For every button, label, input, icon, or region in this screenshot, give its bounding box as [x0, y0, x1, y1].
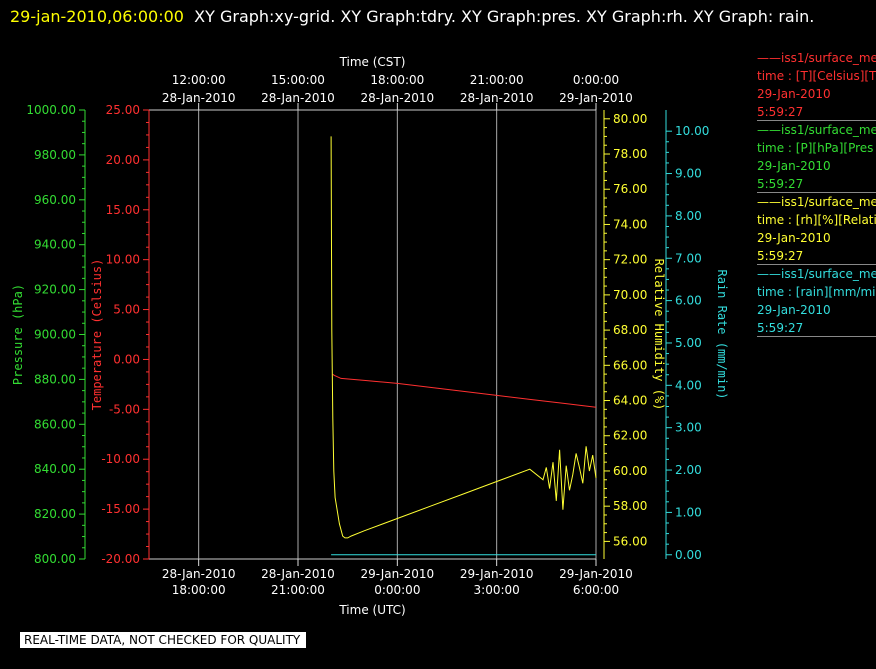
legend-var: time : [T][Celsius][T [757, 69, 876, 83]
axes-group: 28-Jan-2010 18:00:00 28-Jan-2010 21:00:00 29… [11, 55, 729, 617]
legend-separator [757, 336, 876, 337]
x-axis-label: Time (UTC) [338, 603, 405, 617]
tdry-tick-label: 5.00 [113, 303, 140, 317]
legend-var: time : [rain][mm/min [757, 285, 876, 299]
rh-tick-label: 56.00 [613, 534, 647, 548]
legend-series: ——iss1/surface_me [757, 195, 876, 209]
legend-time: 5:59:27 [757, 321, 804, 335]
pres-tick-label: 880.00 [34, 372, 76, 386]
pres-tick-label: 980.00 [34, 148, 76, 162]
legend-series: ——iss1/surface_me [757, 51, 876, 65]
tdry-tick-label: 20.00 [106, 153, 140, 167]
x-top-tick-label: 28-Jan-2010 [162, 91, 236, 105]
pres-tick-label: 1000.00 [26, 103, 76, 117]
rh-tick-label: 62.00 [613, 429, 647, 443]
x-top-tick-label: 28-Jan-2010 [361, 91, 435, 105]
rain-tick-label: 6.00 [675, 294, 702, 308]
x-tick-label: 28-Jan-2010 [162, 567, 236, 581]
pres-tick-label: 820.00 [34, 507, 76, 521]
x-top-tick-label: 21:00:00 [470, 73, 524, 87]
x-tick-label: 29-Jan-2010 [361, 567, 435, 581]
x-tick-label: 21:00:00 [271, 583, 325, 597]
pres-axis-label: Pressure (hPa) [11, 284, 25, 385]
tdry-tick-label: -20.00 [101, 552, 140, 566]
legend-var: time : [P][hPa][Pres [757, 141, 874, 155]
grid-lines [198, 110, 597, 559]
legend-time: 5:59:27 [757, 177, 804, 191]
quality-banner: REAL-TIME DATA, NOT CHECKED FOR QUALITY [20, 632, 307, 648]
x-top-axis-label: Time (CST) [339, 55, 406, 69]
rh-tick-label: 68.00 [613, 323, 647, 337]
pres-tick-label: 900.00 [34, 328, 76, 342]
x-tick-label: 28-Jan-2010 [261, 567, 335, 581]
tdry-tick-label: 0.00 [113, 352, 140, 366]
rain-tick-label: 2.00 [675, 463, 702, 477]
legend-var: time : [rh][%][Relati [757, 213, 876, 227]
legend-entry[interactable]: ——iss1/surface_metime : [rain][mm/min 29-… [757, 265, 876, 337]
x-top-tick-label: 28-Jan-2010 [460, 91, 534, 105]
series-group [149, 136, 597, 560]
rain-tick-label: 4.00 [675, 378, 702, 392]
rh-tick-label: 64.00 [613, 394, 647, 408]
tdry-tick-label: -5.00 [109, 402, 140, 416]
rh-tick-label: 58.00 [613, 499, 647, 513]
legend-time: 5:59:27 [757, 249, 804, 263]
legend-entry[interactable]: ——iss1/surface_metime : [P][hPa][Pres 29-… [757, 121, 876, 193]
series-tdry-line [332, 373, 597, 408]
pres-tick-label: 940.00 [34, 238, 76, 252]
x-top-tick-label: 15:00:00 [271, 73, 325, 87]
x-top-tick-label: 0:00:00 [573, 73, 619, 87]
x-top-tick-label: 29-Jan-2010 [559, 91, 633, 105]
rh-tick-label: 70.00 [613, 288, 647, 302]
series-rh-line [330, 136, 597, 539]
rain-tick-label: 3.00 [675, 421, 702, 435]
rh-tick-label: 80.00 [613, 112, 647, 126]
legend-entry[interactable]: ——iss1/surface_metime : [rh][%][Relati 29… [757, 193, 876, 265]
x-tick-label: 18:00:00 [172, 583, 226, 597]
legend-series: ——iss1/surface_me [757, 123, 876, 137]
rain-tick-label: 8.00 [675, 209, 702, 223]
tdry-tick-label: 10.00 [106, 253, 140, 267]
pres-tick-label: 920.00 [34, 283, 76, 297]
rh-tick-label: 74.00 [613, 217, 647, 231]
pres-tick-label: 960.00 [34, 193, 76, 207]
rain-tick-label: 1.00 [675, 505, 702, 519]
pres-tick-label: 840.00 [34, 462, 76, 476]
tdry-tick-label: 15.00 [106, 203, 140, 217]
x-tick-label: 29-Jan-2010 [559, 567, 633, 581]
rh-axis-label: Relative Humidity (%) [652, 259, 666, 411]
rh-tick-label: 72.00 [613, 253, 647, 267]
rh-tick-label: 66.00 [613, 358, 647, 372]
rain-tick-label: 7.00 [675, 251, 702, 265]
legend-entry[interactable]: ——iss1/surface_metime : [T][Celsius][T 29… [757, 49, 876, 121]
x-tick-label: 3:00:00 [474, 583, 520, 597]
x-tick-label: 29-Jan-2010 [460, 567, 534, 581]
xy-graph[interactable]: 28-Jan-2010 18:00:00 28-Jan-2010 21:00:00 29… [0, 0, 876, 669]
rain-tick-label: 10.00 [675, 124, 709, 138]
tdry-tick-label: 25.00 [106, 103, 140, 117]
x-tick-label: 0:00:00 [374, 583, 420, 597]
legend-series: ——iss1/surface_me [757, 267, 876, 281]
legend-date: 29-Jan-2010 [757, 231, 831, 245]
legend-date: 29-Jan-2010 [757, 159, 831, 173]
legend-time: 5:59:27 [757, 105, 804, 119]
x-top-tick-label: 18:00:00 [370, 73, 424, 87]
rh-tick-label: 76.00 [613, 182, 647, 196]
tdry-tick-label: -15.00 [101, 502, 140, 516]
x-top-tick-label: 12:00:00 [172, 73, 226, 87]
x-top-tick-label: 28-Jan-2010 [261, 91, 335, 105]
rain-tick-label: 9.00 [675, 167, 702, 181]
x-tick-label: 6:00:00 [573, 583, 619, 597]
rain-axis-label: Rain Rate (mm/min) [715, 269, 729, 399]
rain-tick-label: 5.00 [675, 336, 702, 350]
tdry-tick-label: -10.00 [101, 452, 140, 466]
pres-tick-label: 800.00 [34, 552, 76, 566]
pres-tick-label: 860.00 [34, 417, 76, 431]
rain-tick-label: 0.00 [675, 548, 702, 562]
tdry-axis-label: Temperature (Celsius) [90, 259, 104, 411]
rh-tick-label: 78.00 [613, 147, 647, 161]
legend-date: 29-Jan-2010 [757, 303, 831, 317]
legend-date: 29-Jan-2010 [757, 87, 831, 101]
rh-tick-label: 60.00 [613, 464, 647, 478]
